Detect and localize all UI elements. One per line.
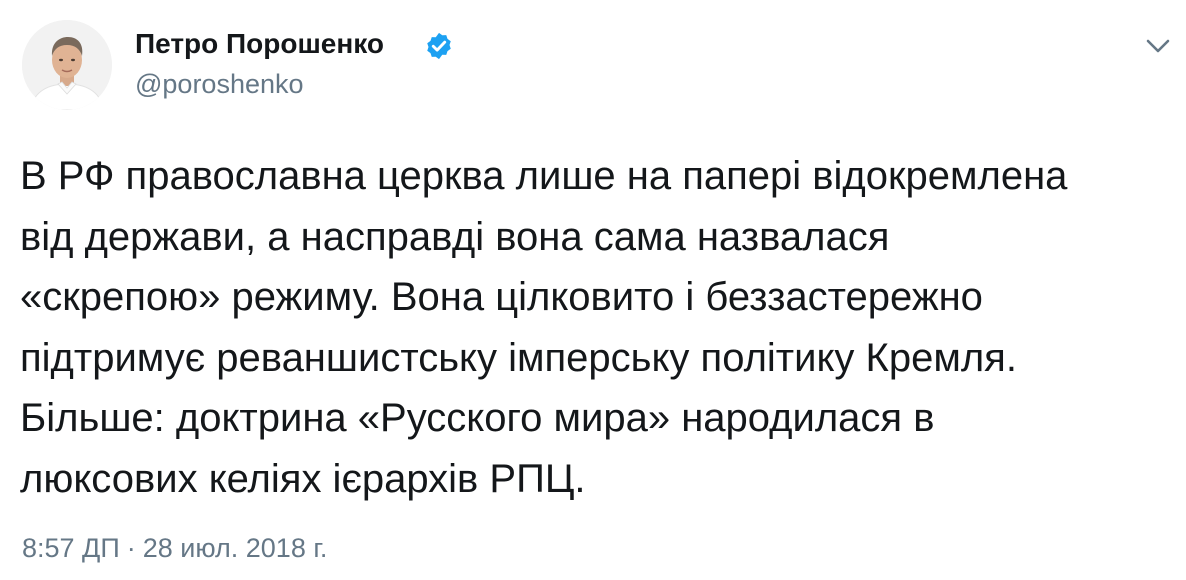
- tweet-text-line: підтримує реваншистську імперську політи…: [20, 335, 1017, 380]
- tweet-date: 28 июл. 2018 г.: [142, 533, 328, 563]
- verified-badge-icon: [427, 32, 451, 60]
- tweet-text: В РФ православна церква лише на папері в…: [20, 146, 1170, 509]
- tweet-text-line: Більше: доктрина «Русского мира» народил…: [20, 396, 935, 440]
- meta-separator: ·: [126, 533, 136, 563]
- author-handle[interactable]: @poroshenko: [135, 68, 304, 100]
- tweet-time: 8:57 ДП: [22, 533, 120, 563]
- tweet-card: Петро Порошенко @poroshenko В РФ правосл…: [0, 0, 1186, 580]
- author-name[interactable]: Петро Порошенко: [135, 27, 384, 61]
- chevron-down-icon[interactable]: [1142, 30, 1174, 62]
- tweet-text-line: В РФ православна церква лише на папері в…: [20, 154, 1068, 198]
- avatar[interactable]: [22, 20, 112, 110]
- tweet-timestamp[interactable]: 8:57 ДП · 28 июл. 2018 г.: [22, 532, 327, 564]
- tweet-text-line: люксових келіях ієрархів РПЦ.: [20, 456, 586, 501]
- tweet-text-line: «скрепою» режиму. Вона цілковито і безза…: [20, 275, 983, 319]
- avatar-photo: [22, 20, 112, 110]
- tweet-text-line: від держави, а насправді вона сама назва…: [20, 214, 890, 259]
